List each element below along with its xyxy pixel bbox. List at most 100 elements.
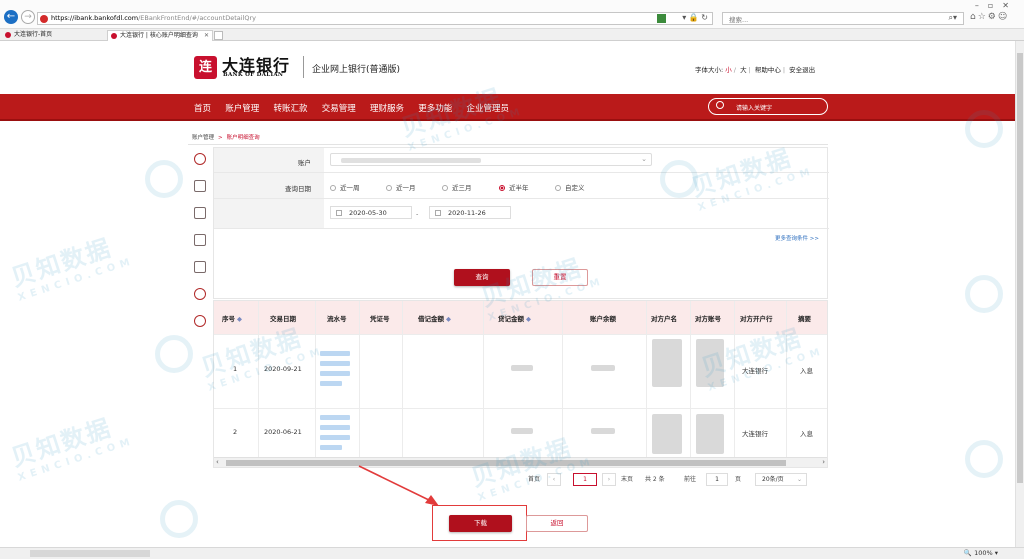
sort-icon: ◆ xyxy=(446,315,451,323)
search-account-icon[interactable] xyxy=(194,153,206,165)
font-small-link[interactable]: 小 xyxy=(725,66,732,74)
col-debit-label: 借记金额 xyxy=(418,315,444,323)
url-actions-icon[interactable]: ▾ 🔒 ↻ xyxy=(682,13,708,22)
window-controls[interactable]: –▫✕ xyxy=(975,1,1018,10)
settings-icon[interactable] xyxy=(194,315,206,327)
col-divider xyxy=(258,301,259,457)
scroll-thumb[interactable] xyxy=(226,460,786,466)
cell-credit-masked xyxy=(511,365,533,371)
period-option-custom[interactable]: 自定义 xyxy=(555,182,585,192)
period-option-quarter[interactable]: 近三月 xyxy=(442,182,472,192)
prev-page-button[interactable]: ‹ xyxy=(547,473,561,486)
tab-home[interactable]: 大连银行-首页 xyxy=(2,30,106,41)
main-menu: 首页 账户管理 转账汇款 交易管理 理财服务 更多功能 企业管理员 请输入关键字 xyxy=(0,94,1015,121)
col-debit[interactable]: 借记金额 ◆ xyxy=(418,313,451,323)
period-option-week[interactable]: 近一周 xyxy=(330,182,360,192)
site-search-input[interactable]: 请输入关键字 xyxy=(708,98,828,115)
cell-credit-masked xyxy=(511,428,533,434)
cell-balance-masked xyxy=(591,365,615,371)
back-button[interactable]: 返回 xyxy=(526,515,588,532)
browser-search-input[interactable]: 搜索... ⌕▾ xyxy=(722,12,964,25)
user-search-icon[interactable] xyxy=(194,288,206,300)
col-credit[interactable]: 贷记金额 ◆ xyxy=(498,313,531,323)
next-page-button[interactable]: › xyxy=(602,473,616,486)
page-size-select[interactable]: 20条/页 ⌄ xyxy=(755,473,807,486)
watermark-logo-icon xyxy=(155,335,193,373)
close-tab-icon[interactable]: ✕ xyxy=(204,31,209,41)
cell-serial-masked xyxy=(320,425,350,430)
new-tab-button[interactable] xyxy=(214,31,223,40)
col-divider xyxy=(562,301,563,457)
tab-account-detail[interactable]: 大连银行 | 核心账户明细查询 ✕ xyxy=(107,30,213,41)
help-center-link[interactable]: 帮助中心 xyxy=(755,66,781,74)
col-summary: 摘要 xyxy=(798,315,811,323)
cell-index: 1 xyxy=(233,365,238,373)
menu-item-transfer[interactable]: 转账汇款 xyxy=(274,104,308,114)
first-page-link[interactable]: 首页 xyxy=(528,474,540,483)
account-select[interactable]: ⌄ xyxy=(330,153,652,166)
page-vertical-scrollbar[interactable] xyxy=(1015,41,1024,547)
table-horizontal-scrollbar[interactable]: ‹ › xyxy=(214,457,827,467)
download-button[interactable]: 下载 xyxy=(449,515,512,532)
scroll-left-icon[interactable]: ‹ xyxy=(216,458,219,466)
col-index[interactable]: 序号 ◆ xyxy=(222,313,242,323)
menu-item-more[interactable]: 更多功能 xyxy=(418,104,452,114)
font-size-label: 字体大小: xyxy=(695,66,724,74)
scroll-thumb[interactable] xyxy=(1017,53,1023,483)
query-button[interactable]: 查询 xyxy=(454,269,510,286)
cell-serial-masked xyxy=(320,415,350,420)
back-arrow-icon[interactable]: ← xyxy=(4,10,18,24)
period-option-halfyear[interactable]: 近半年 xyxy=(499,182,529,192)
reset-button[interactable]: 重置 xyxy=(532,269,588,286)
tab-favicon-icon xyxy=(111,33,117,39)
search-icon[interactable]: ⌕▾ xyxy=(949,13,958,23)
bank-logo-icon[interactable]: 连 xyxy=(194,56,217,79)
end-date-input[interactable]: 2020-11-26 xyxy=(429,206,511,219)
calendar-icon[interactable] xyxy=(194,261,206,273)
scroll-right-icon[interactable]: › xyxy=(822,458,825,466)
page-number-button[interactable]: 1 xyxy=(573,473,597,486)
watermark-logo-icon xyxy=(965,275,1003,313)
toolbar-icons[interactable]: ⌂☆⚙☺ xyxy=(970,12,1009,22)
menu-item-transaction[interactable]: 交易管理 xyxy=(322,104,356,114)
goto-page-input[interactable]: 1 xyxy=(706,473,728,486)
radio-selected-icon xyxy=(499,185,505,191)
forward-arrow-icon[interactable]: → xyxy=(21,10,35,24)
cell-serial-masked xyxy=(320,381,342,386)
end-date-value: 2020-11-26 xyxy=(448,209,486,217)
start-date-value: 2020-05-30 xyxy=(349,209,387,217)
calendar-icon xyxy=(336,210,342,216)
radio-icon xyxy=(442,185,448,191)
page-horizontal-scrollbar[interactable] xyxy=(30,550,150,557)
start-date-input[interactable]: 2020-05-30 xyxy=(330,206,412,219)
font-large-link[interactable]: 大 xyxy=(740,66,747,74)
period-option-label: 近一月 xyxy=(396,184,416,192)
menu-item-home[interactable]: 首页 xyxy=(194,104,211,114)
watermark-sub: XENCIO.COM xyxy=(16,435,136,484)
watermark: 贝知数据XENCIO.COM xyxy=(6,222,136,304)
cell-counterparty-masked xyxy=(652,339,682,387)
period-option-month[interactable]: 近一月 xyxy=(386,182,416,192)
last-page-link[interactable]: 末页 xyxy=(621,474,633,483)
cell-serial-masked xyxy=(320,371,350,376)
url-input[interactable]: https://ibank.bankofdl.com/EBankFrontEnd… xyxy=(37,12,713,25)
statement-icon[interactable] xyxy=(194,234,206,246)
ledger-icon[interactable] xyxy=(194,207,206,219)
account-doc-icon[interactable] xyxy=(194,180,206,192)
menu-items: 首页 账户管理 转账汇款 交易管理 理财服务 更多功能 企业管理员 xyxy=(194,102,521,114)
site-subtitle: 企业网上银行(普通版) xyxy=(312,65,401,75)
site-favicon-icon xyxy=(40,15,48,23)
menu-item-account[interactable]: 账户管理 xyxy=(225,104,259,114)
logout-link[interactable]: 安全退出 xyxy=(789,66,815,74)
menu-item-admin[interactable]: 企业管理员 xyxy=(467,104,510,114)
col-balance: 账户余额 xyxy=(590,315,616,323)
more-conditions-link[interactable]: 更多查询条件 >> xyxy=(775,234,819,242)
menu-item-finance[interactable]: 理财服务 xyxy=(370,104,404,114)
breadcrumb-parent[interactable]: 账户管理 xyxy=(192,135,214,141)
col-divider xyxy=(315,301,316,457)
search-icon xyxy=(716,101,724,109)
bank-name-en: BANK OF DALIAN xyxy=(223,72,284,78)
col-divider xyxy=(402,301,403,457)
zoom-level[interactable]: 🔍 100% ▾ xyxy=(964,549,998,557)
chevron-down-icon: ⌄ xyxy=(796,476,802,483)
